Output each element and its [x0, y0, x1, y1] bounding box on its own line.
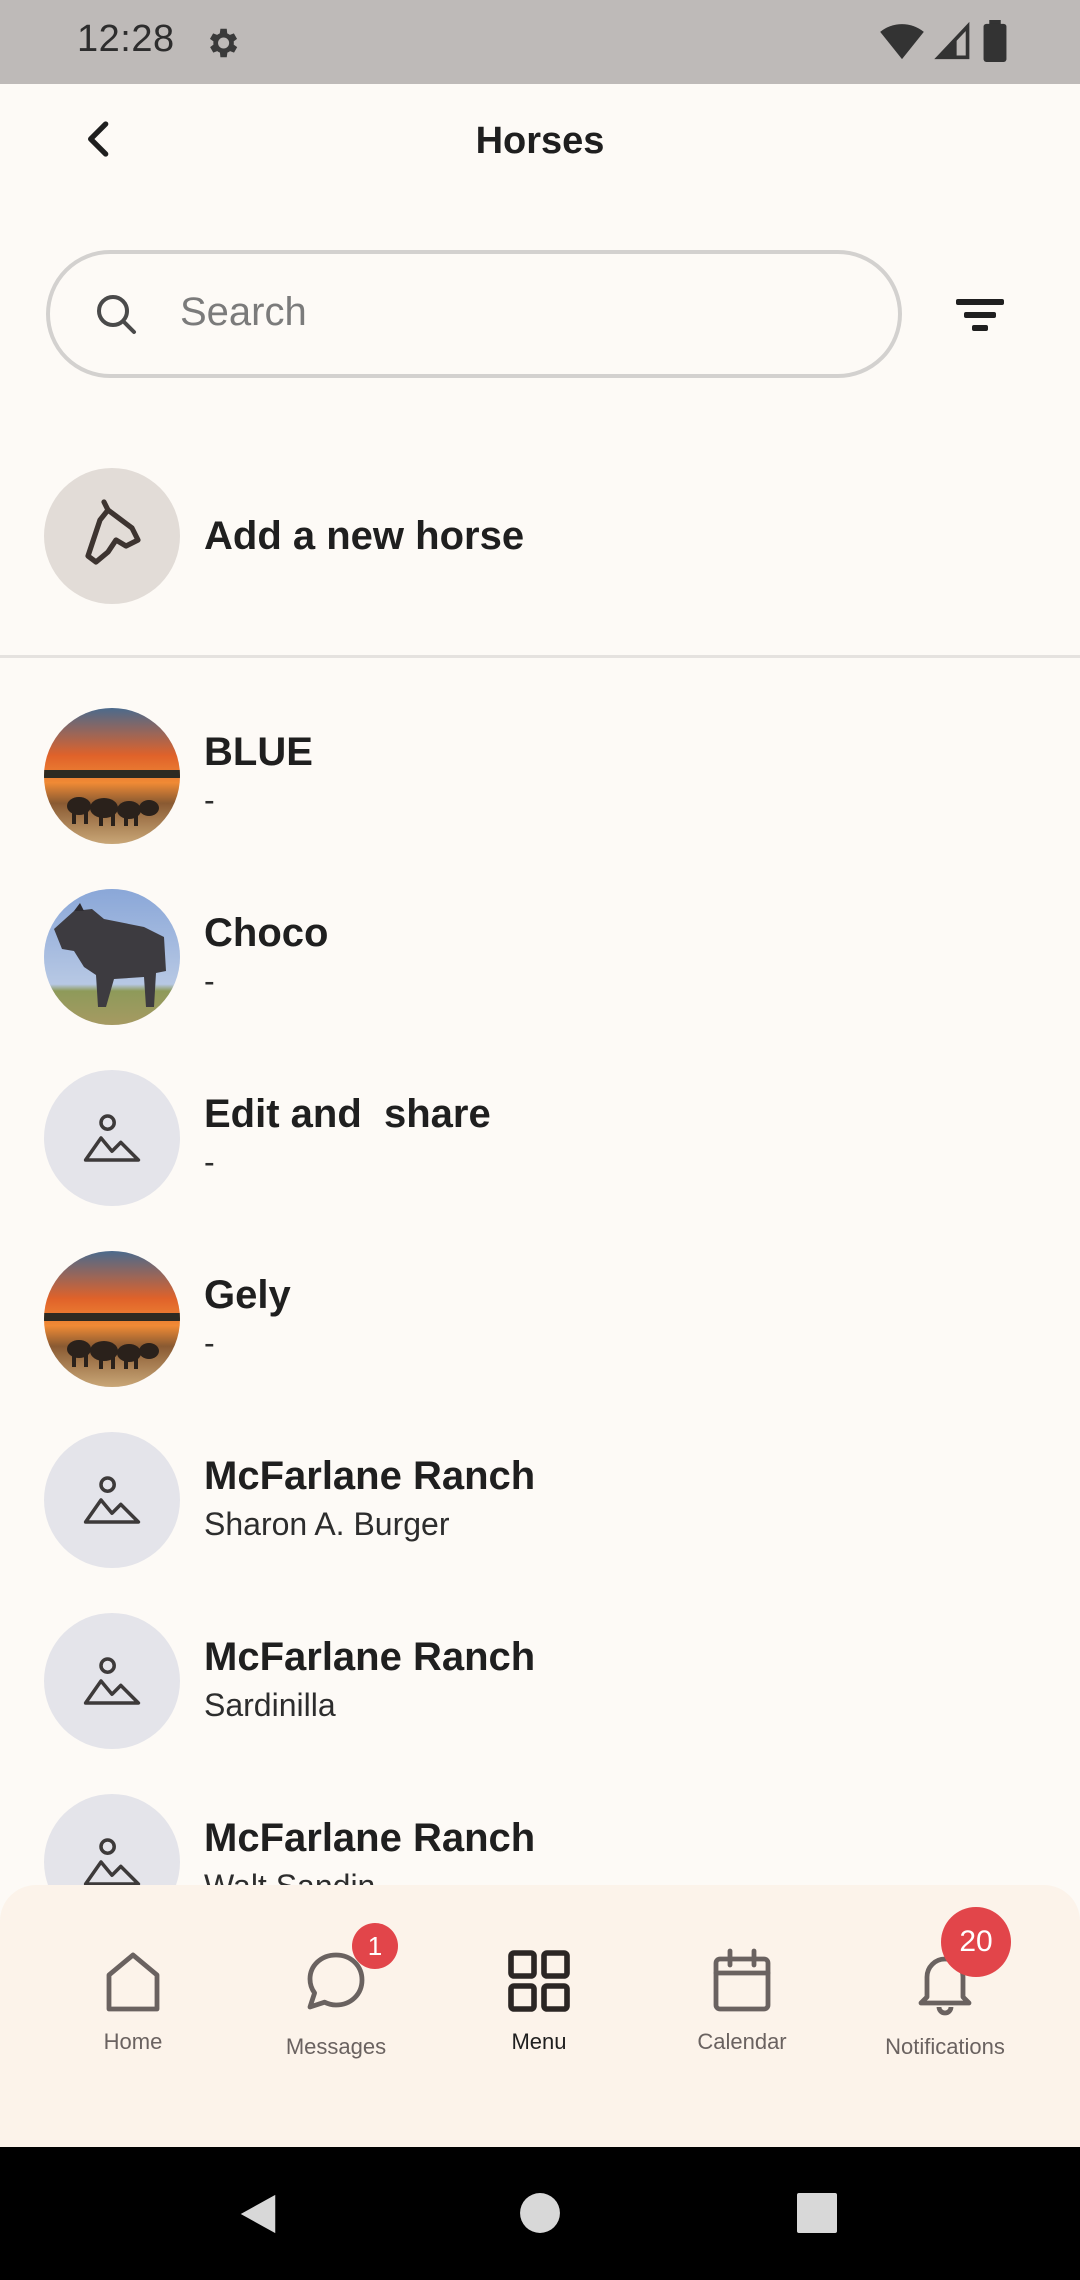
horse-avatar [44, 889, 180, 1025]
horse-owner: Sharon A. Burger [204, 1506, 450, 1542]
nav-label: Home [103, 2029, 163, 2054]
horse-head-icon [85, 499, 141, 565]
system-recents-icon[interactable] [797, 2193, 837, 2233]
system-navigation-bar [0, 2147, 1080, 2280]
search-input[interactable]: Search [46, 250, 902, 378]
image-placeholder-icon [83, 1838, 141, 1885]
horse-avatar [44, 1432, 180, 1568]
battery-icon [983, 20, 1007, 62]
horse-list-item[interactable]: BLUE - [0, 700, 1080, 880]
calendar-icon [713, 1948, 771, 2012]
nav-label: Messages [285, 2034, 387, 2059]
horse-list-item[interactable]: Gely - [0, 1243, 1080, 1423]
horse-owner: - [204, 1144, 215, 1180]
image-placeholder-icon [83, 1114, 141, 1162]
horse-avatar [44, 1794, 180, 1885]
add-horse-label: Add a new horse [204, 514, 525, 558]
horse-list-item[interactable]: Edit and share - [0, 1062, 1080, 1242]
horse-avatar [44, 1251, 180, 1387]
horse-name: Gely [204, 1273, 291, 1317]
nav-home[interactable]: Home [33, 1945, 233, 2095]
app-bar: Horses [0, 84, 1080, 204]
nav-calendar[interactable]: Calendar [642, 1945, 842, 2095]
horse-name: BLUE [204, 730, 313, 774]
grid-icon [508, 1950, 570, 2012]
search-placeholder: Search [180, 290, 307, 334]
image-placeholder-icon [83, 1476, 141, 1524]
grey-horse-photo [44, 889, 180, 1025]
messages-badge: 1 [352, 1923, 398, 1969]
horse-owner: Walt Sandin [204, 1868, 375, 1885]
horse-list-item[interactable]: McFarlane Ranch Sardinilla [0, 1605, 1080, 1785]
nav-label: Notifications [885, 2034, 1005, 2059]
signal-icon [934, 21, 970, 60]
wifi-icon [880, 24, 924, 60]
nav-notifications[interactable]: 20 Notifications [845, 1907, 1045, 2095]
bottom-navigation: Home 1 Messages Menu Calendar 20 Notific… [0, 1885, 1080, 2147]
add-horse-avatar [44, 468, 180, 604]
nav-messages[interactable]: 1 Messages [236, 1923, 436, 2095]
horse-avatar [44, 708, 180, 844]
horse-owner: Sardinilla [204, 1687, 336, 1723]
sunset-elephants-photo [44, 1251, 180, 1387]
notifications-badge: 20 [941, 1907, 1011, 1977]
divider [0, 655, 1080, 658]
horse-name: Edit and share [204, 1092, 491, 1136]
horse-avatar [44, 1070, 180, 1206]
horse-name: McFarlane Ranch [204, 1635, 536, 1679]
sunset-elephants-photo [44, 708, 180, 844]
horse-owner: - [204, 782, 215, 818]
horse-name: McFarlane Ranch [204, 1816, 536, 1860]
horse-name: Choco [204, 911, 329, 955]
status-icons [880, 20, 1008, 62]
nav-label: Calendar [697, 2029, 787, 2054]
horse-list-item[interactable]: McFarlane Ranch Walt Sandin [0, 1786, 1080, 1885]
filter-button[interactable] [950, 285, 1010, 345]
horse-name: McFarlane Ranch [204, 1454, 536, 1498]
status-time: 12:28 [77, 18, 175, 60]
horse-owner: - [204, 963, 215, 999]
page-title: Horses [475, 120, 605, 162]
add-horse-row[interactable]: Add a new horse [0, 460, 1080, 610]
nav-menu[interactable]: Menu [439, 1945, 639, 2095]
horse-list-item[interactable]: McFarlane Ranch Sharon A. Burger [0, 1424, 1080, 1604]
horse-list-item[interactable]: Choco - [0, 881, 1080, 1061]
filter-icon [956, 299, 1004, 331]
system-home-icon[interactable] [519, 2192, 561, 2234]
horse-owner: - [204, 1325, 215, 1361]
horse-list: BLUE - Choco - Edit and share - Gely - M… [0, 700, 1080, 1885]
settings-gear-icon [209, 28, 238, 58]
system-back-icon[interactable] [236, 2191, 280, 2237]
search-icon [97, 295, 136, 334]
home-icon [106, 1952, 160, 2012]
horse-avatar [44, 1613, 180, 1749]
nav-label: Menu [511, 2029, 567, 2054]
image-placeholder-icon [83, 1657, 141, 1705]
status-bar: 12:28 [0, 0, 1080, 84]
